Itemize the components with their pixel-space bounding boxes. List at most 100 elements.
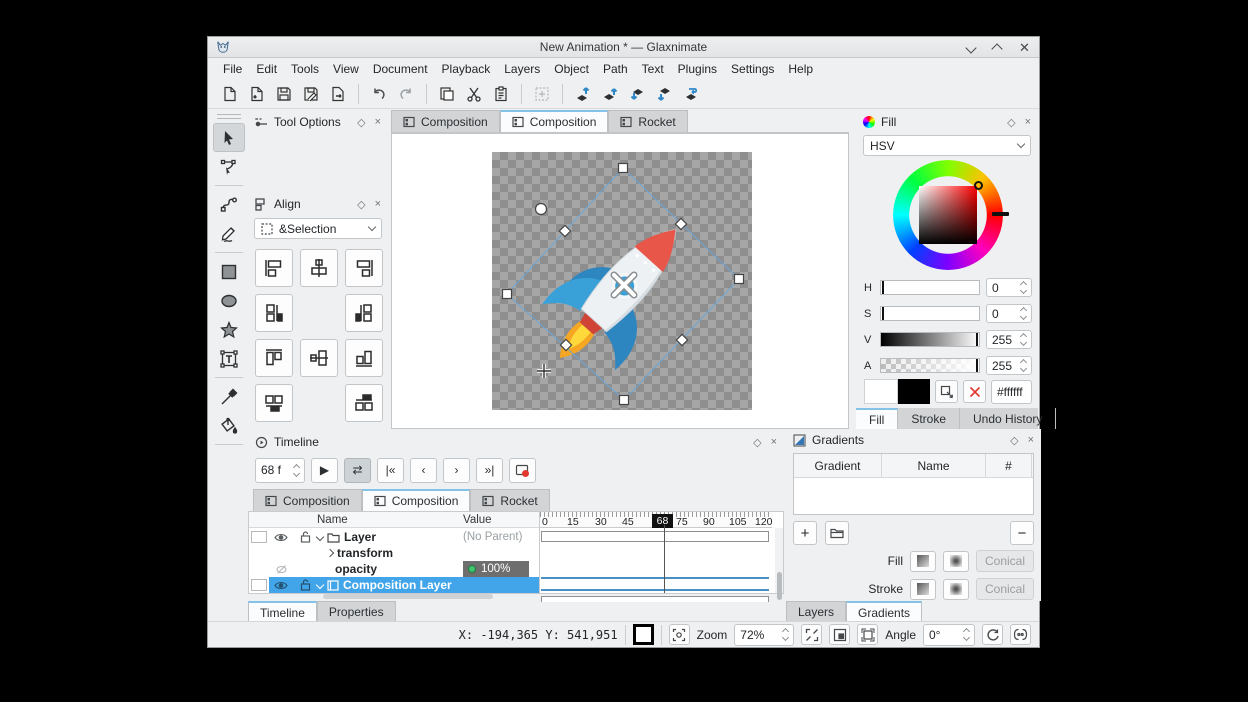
align-left-button[interactable] xyxy=(255,249,293,287)
a-spinbox[interactable]: 255 xyxy=(986,356,1032,375)
stroke-linear-gradient-button[interactable] xyxy=(910,579,936,600)
playhead[interactable] xyxy=(664,525,665,593)
menu-tools[interactable]: Tools xyxy=(284,60,326,78)
raise-button[interactable] xyxy=(598,82,622,106)
lock-icon[interactable] xyxy=(293,577,317,593)
close-panel-icon[interactable]: × xyxy=(1025,116,1031,129)
gradients-table[interactable]: Gradient Name # xyxy=(793,453,1034,515)
active-color-swatch[interactable] xyxy=(633,624,654,645)
align-outside-top-button[interactable] xyxy=(255,384,293,422)
menu-playback[interactable]: Playback xyxy=(435,60,498,78)
layer-color-swatch[interactable] xyxy=(251,579,267,591)
cut-button[interactable] xyxy=(462,82,486,106)
save-as-button[interactable] xyxy=(299,82,323,106)
align-vertical-center-button[interactable] xyxy=(300,339,338,377)
color-space-select[interactable]: HSV xyxy=(863,135,1031,156)
edit-nodes-tool[interactable] xyxy=(213,152,245,181)
close-panel-icon[interactable]: × xyxy=(771,436,777,449)
next-frame-button[interactable]: › xyxy=(443,458,470,483)
ellipse-tool[interactable] xyxy=(213,286,245,315)
tab-timeline[interactable]: Timeline xyxy=(248,601,317,623)
float-panel-icon[interactable]: ◇ xyxy=(357,198,365,211)
focus-view-button[interactable] xyxy=(669,624,690,645)
align-outside-bottom-button[interactable] xyxy=(345,384,383,422)
tab-layers[interactable]: Layers xyxy=(786,601,846,623)
timeline-tab-rocket[interactable]: Rocket xyxy=(470,489,549,511)
fit-animation-button[interactable] xyxy=(857,624,878,645)
maximize-button[interactable] xyxy=(993,41,1005,53)
timeline-tab-composition-2[interactable]: Composition xyxy=(362,489,471,511)
transform-row[interactable]: transform xyxy=(249,545,539,561)
menu-document[interactable]: Document xyxy=(366,60,435,78)
float-panel-icon[interactable]: ◇ xyxy=(357,116,365,129)
keyframe-indicator[interactable] xyxy=(468,565,476,573)
opacity-value[interactable]: 100% xyxy=(463,561,529,577)
last-frame-button[interactable]: »| xyxy=(476,458,503,483)
record-keyframes-button[interactable] xyxy=(509,458,536,483)
bezier-tool[interactable] xyxy=(213,190,245,219)
menu-path[interactable]: Path xyxy=(596,60,635,78)
float-panel-icon[interactable]: ◇ xyxy=(753,436,761,449)
close-button[interactable]: ✕ xyxy=(1019,41,1031,53)
align-relative-to-select[interactable]: &Selection xyxy=(254,218,382,239)
select-tool[interactable] xyxy=(213,123,245,152)
float-panel-icon[interactable]: ◇ xyxy=(1010,434,1018,447)
zoom-spinbox[interactable]: 72% xyxy=(734,624,794,646)
keyframe-tracks[interactable] xyxy=(539,528,772,593)
canvas[interactable] xyxy=(391,133,849,429)
visibility-eye-icon[interactable] xyxy=(269,529,293,545)
stroke-radial-gradient-button[interactable] xyxy=(943,579,969,600)
align-horizontal-center-button[interactable] xyxy=(300,249,338,287)
stroke-conical-gradient-button[interactable]: Conical xyxy=(976,578,1034,600)
timeline-vertical-scrollbar[interactable] xyxy=(775,528,783,593)
color-picker-tool[interactable] xyxy=(213,382,245,411)
play-button[interactable]: ▶ xyxy=(311,458,338,483)
tab-gradients[interactable]: Gradients xyxy=(846,601,922,623)
raise-to-top-button[interactable] xyxy=(571,82,595,106)
copy-button[interactable] xyxy=(435,82,459,106)
star-tool[interactable] xyxy=(213,315,245,344)
layer-color-swatch[interactable] xyxy=(251,531,267,543)
close-panel-icon[interactable]: × xyxy=(375,116,381,129)
add-gradient-button[interactable]: + xyxy=(793,521,817,545)
menu-object[interactable]: Object xyxy=(547,60,596,78)
color-wheel[interactable] xyxy=(893,160,1003,270)
align-outside-left-button[interactable] xyxy=(255,294,293,332)
frame-spinbox[interactable]: 68 f xyxy=(255,458,305,483)
gradient-presets-button[interactable] xyxy=(825,521,849,545)
angle-spinbox[interactable]: 0° xyxy=(923,624,975,646)
current-frame-indicator[interactable]: 68 xyxy=(652,514,673,528)
expand-chevron-icon[interactable] xyxy=(316,533,324,541)
menu-view[interactable]: View xyxy=(326,60,366,78)
minimize-button[interactable] xyxy=(967,41,979,53)
fill-linear-gradient-button[interactable] xyxy=(910,551,936,572)
new-file-button[interactable] xyxy=(218,82,242,106)
fill-bucket-tool[interactable] xyxy=(213,411,245,440)
tab-stroke[interactable]: Stroke xyxy=(898,408,960,429)
tab-undo-history[interactable]: Undo History xyxy=(960,408,1056,429)
tab-fill[interactable]: Fill xyxy=(856,408,898,429)
lock-icon[interactable] xyxy=(293,529,317,545)
redo-button[interactable] xyxy=(394,82,418,106)
text-tool[interactable] xyxy=(213,344,245,373)
reset-rotation-button[interactable] xyxy=(982,624,1003,645)
visibility-eye-icon[interactable] xyxy=(269,577,293,593)
sv-selector[interactable] xyxy=(974,181,983,190)
loop-button[interactable]: ⇄ xyxy=(344,458,371,483)
tab-composition-1[interactable]: Composition xyxy=(391,110,500,132)
open-file-button[interactable] xyxy=(245,82,269,106)
previous-frame-button[interactable]: ‹ xyxy=(410,458,437,483)
clear-color-button[interactable] xyxy=(963,380,986,403)
opacity-row[interactable]: opacity 100% xyxy=(249,561,539,577)
menu-edit[interactable]: Edit xyxy=(249,60,284,78)
tab-properties[interactable]: Properties xyxy=(317,601,396,623)
align-bottom-button[interactable] xyxy=(345,339,383,377)
v-spinbox[interactable]: 255 xyxy=(986,330,1032,349)
composition-layer-row[interactable]: Composition Layer xyxy=(249,577,539,593)
alpha-slider[interactable] xyxy=(880,358,980,373)
lower-to-bottom-button[interactable] xyxy=(652,82,676,106)
group-button[interactable] xyxy=(530,82,554,106)
align-top-button[interactable] xyxy=(255,339,293,377)
tab-rocket[interactable]: Rocket xyxy=(608,110,687,132)
composition-area[interactable] xyxy=(492,152,752,410)
